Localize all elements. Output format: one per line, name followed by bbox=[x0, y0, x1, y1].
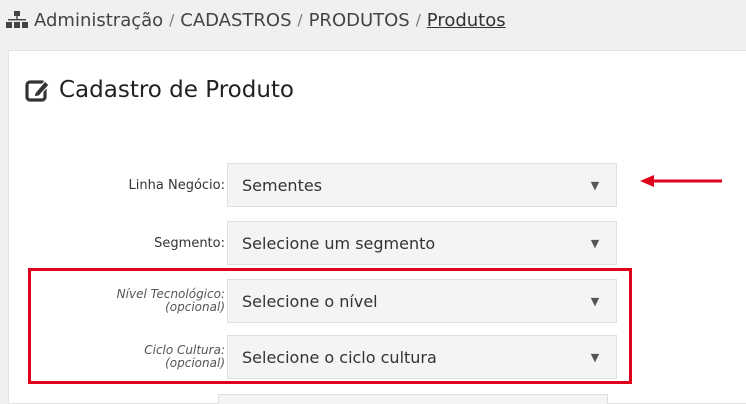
breadcrumb-separator: / bbox=[297, 11, 303, 29]
ciclo-cultura-value: Selecione o ciclo cultura bbox=[242, 347, 437, 367]
ciclo-cultura-optional-text: (opcional) bbox=[165, 356, 225, 370]
sitemap-icon bbox=[6, 11, 28, 28]
breadcrumb-separator: / bbox=[415, 11, 421, 29]
segmento-label: Segmento: bbox=[154, 221, 225, 265]
caret-down-icon: ▼ bbox=[590, 236, 600, 250]
caret-down-icon: ▼ bbox=[590, 178, 600, 192]
nivel-tecnologico-optional-text: (opcional) bbox=[165, 300, 225, 314]
next-field-select-partial[interactable] bbox=[218, 394, 608, 404]
breadcrumb-item-produtos[interactable]: Produtos bbox=[427, 10, 506, 31]
segmento-select[interactable]: Selecione um segmento ▼ bbox=[227, 221, 617, 265]
breadcrumb-separator: / bbox=[169, 11, 175, 29]
nivel-tecnologico-label: Nível Tecnológico: (opcional) bbox=[117, 279, 225, 323]
nivel-tecnologico-value: Selecione o nível bbox=[242, 291, 378, 311]
breadcrumb-item-produtos-section[interactable]: PRODUTOS bbox=[309, 10, 410, 31]
caret-down-icon: ▼ bbox=[590, 294, 600, 308]
field-linha-negocio: Linha Negócio: Sementes ▼ bbox=[9, 163, 621, 207]
breadcrumb-item-cadastros[interactable]: CADASTROS bbox=[180, 10, 291, 31]
breadcrumb-item-administracao[interactable]: Administração bbox=[34, 10, 163, 31]
field-nivel-tecnologico: Nível Tecnológico: (opcional) Selecione … bbox=[9, 279, 621, 323]
edit-icon bbox=[25, 80, 50, 102]
field-segmento: Segmento: Selecione um segmento ▼ bbox=[9, 221, 621, 265]
segmento-label-text: Segmento: bbox=[154, 235, 225, 251]
page-title-text: Cadastro de Produto bbox=[59, 77, 294, 103]
segmento-value: Selecione um segmento bbox=[242, 233, 436, 253]
linha-negocio-label: Linha Negócio: bbox=[129, 163, 225, 207]
ciclo-cultura-select[interactable]: Selecione o ciclo cultura ▼ bbox=[227, 335, 617, 379]
field-ciclo-cultura: Ciclo Cultura: (opcional) Selecione o ci… bbox=[9, 335, 621, 379]
red-arrow-annotation bbox=[640, 175, 722, 187]
linha-negocio-select[interactable]: Sementes ▼ bbox=[227, 163, 617, 207]
linha-negocio-value: Sementes bbox=[242, 175, 323, 195]
product-form-panel: Cadastro de Produto Linha Negócio: Semen… bbox=[8, 50, 746, 404]
caret-down-icon: ▼ bbox=[590, 350, 600, 364]
page-title: Cadastro de Produto bbox=[25, 77, 294, 103]
nivel-tecnologico-select[interactable]: Selecione o nível ▼ bbox=[227, 279, 617, 323]
ciclo-cultura-label: Ciclo Cultura: (opcional) bbox=[144, 335, 225, 379]
linha-negocio-label-text: Linha Negócio: bbox=[128, 177, 225, 193]
breadcrumb: Administração / CADASTROS / PRODUTOS / P… bbox=[0, 0, 746, 40]
